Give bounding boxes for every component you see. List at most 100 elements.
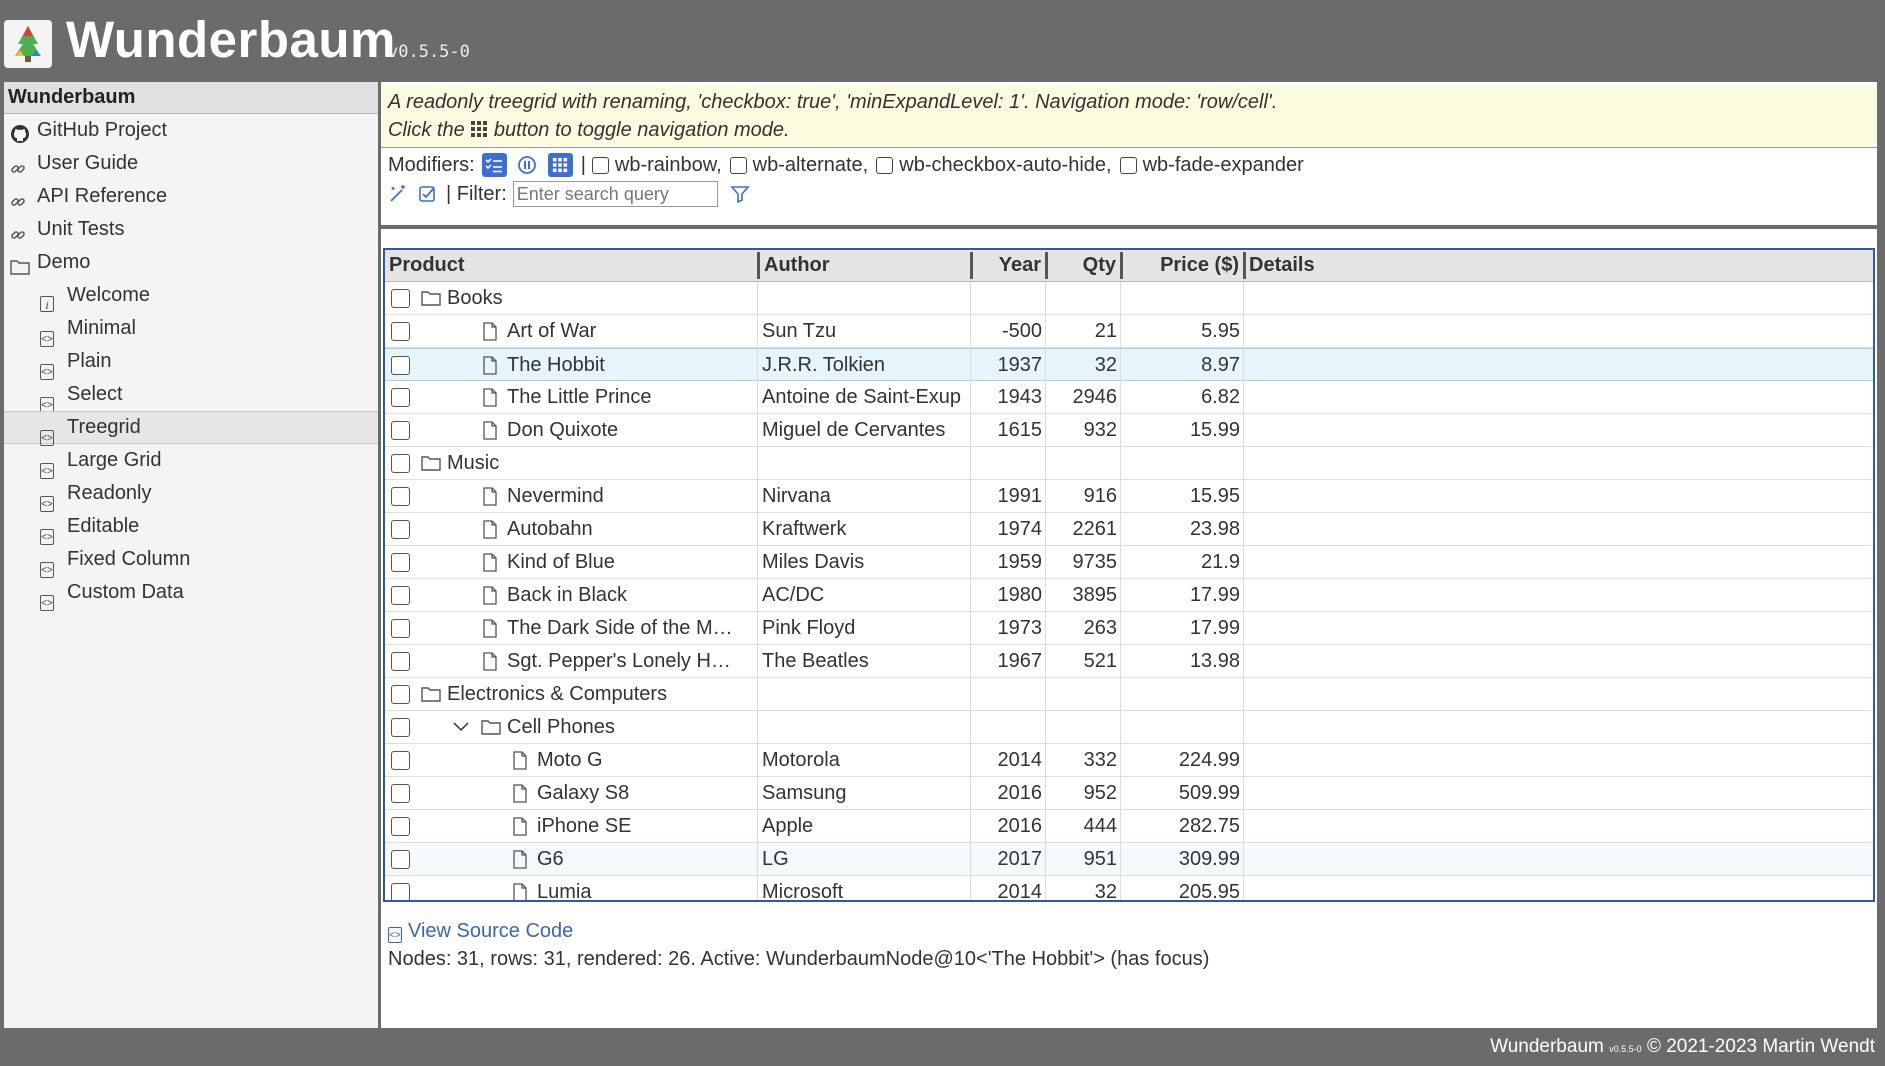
table-row[interactable]: Books [385,282,1873,315]
author-cell[interactable]: Miguel de Cervantes [762,414,968,446]
price-cell[interactable]: 309.99 [1123,843,1243,875]
row-checkbox[interactable] [391,421,410,440]
year-cell[interactable] [973,678,1045,710]
row-mode-button[interactable] [481,153,507,177]
product-cell[interactable]: Autobahn [507,513,753,545]
sidebar-item-api-reference[interactable]: API Reference [4,180,378,213]
table-row[interactable]: Don Quixote Miguel de Cervantes 1615 932 15.… [385,414,1873,447]
product-cell[interactable]: The Hobbit [507,349,753,381]
author-cell[interactable] [762,447,968,479]
sidebar-item-demo[interactable]: Demo [4,246,378,279]
price-cell[interactable] [1123,282,1243,314]
author-cell[interactable]: Pink Floyd [762,612,968,644]
price-cell[interactable]: 8.97 [1123,349,1243,381]
product-cell[interactable]: Sgt. Pepper's Lonely H… [507,645,753,677]
search-input[interactable] [512,181,718,207]
year-cell[interactable]: 1967 [973,645,1045,677]
qty-cell[interactable]: 9735 [1048,546,1120,578]
price-cell[interactable]: 282.75 [1123,810,1243,842]
product-cell[interactable]: The Dark Side of the M… [507,612,753,644]
row-checkbox[interactable] [391,850,410,869]
row-checkbox[interactable] [391,388,410,407]
select-all-icon[interactable] [418,184,438,204]
year-cell[interactable]: -500 [973,315,1045,347]
price-cell[interactable]: 13.98 [1123,645,1243,677]
qty-cell[interactable] [1048,282,1120,314]
product-cell[interactable]: Books [447,282,753,314]
row-checkbox[interactable] [391,322,410,341]
author-cell[interactable]: J.R.R. Tolkien [762,349,968,381]
view-source-label[interactable]: View Source Code [408,920,573,942]
year-cell[interactable]: 1615 [973,414,1045,446]
sidebar-item-editable[interactable]: <> Editable [4,510,378,545]
price-cell[interactable] [1123,711,1243,743]
qty-cell[interactable] [1048,711,1120,743]
sidebar-item-github-project[interactable]: GitHub Project [4,114,378,147]
qty-cell[interactable]: 444 [1048,810,1120,842]
table-row[interactable]: Back in Black AC/DC 1980 3895 17.99 [385,579,1873,612]
product-cell[interactable]: Music [447,447,753,479]
price-cell[interactable]: 6.82 [1123,381,1243,413]
year-cell[interactable]: 2014 [973,876,1045,900]
product-cell[interactable]: Lumia [537,876,753,900]
author-cell[interactable]: Apple [762,810,968,842]
row-checkbox[interactable] [391,685,410,704]
grid-mode-button[interactable] [547,153,573,177]
sidebar-title[interactable]: Wunderbaum [4,82,378,114]
table-row[interactable]: Autobahn Kraftwerk 1974 2261 23.98 [385,513,1873,546]
row-checkbox[interactable] [391,454,410,473]
table-row[interactable]: Sgt. Pepper's Lonely H… The Beatles 1967 52… [385,645,1873,678]
price-cell[interactable]: 224.99 [1123,744,1243,776]
column-header-year[interactable]: Year [973,250,1045,281]
view-source-link[interactable]: <> View Source Code [388,920,573,943]
author-cell[interactable] [762,282,968,314]
year-cell[interactable]: 1974 [973,513,1045,545]
author-cell[interactable]: Kraftwerk [762,513,968,545]
wb-fade-expander-checkbox[interactable] [1119,156,1137,174]
qty-cell[interactable] [1048,447,1120,479]
table-row[interactable]: G6 LG 2017 951 309.99 [385,843,1873,876]
table-row[interactable]: The Little Prince Antoine de Saint-Exup 19… [385,381,1873,414]
row-checkbox[interactable] [391,817,410,836]
author-cell[interactable]: The Beatles [762,645,968,677]
product-cell[interactable]: Don Quixote [507,414,753,446]
author-cell[interactable]: Sun Tzu [762,315,968,347]
row-checkbox[interactable] [391,520,410,539]
qty-cell[interactable]: 32 [1048,876,1120,900]
year-cell[interactable]: 1943 [973,381,1045,413]
qty-cell[interactable]: 2946 [1048,381,1120,413]
price-cell[interactable]: 23.98 [1123,513,1243,545]
year-cell[interactable]: 2016 [973,810,1045,842]
year-cell[interactable]: 1980 [973,579,1045,611]
cell-mode-button[interactable] [515,153,540,177]
year-cell[interactable] [973,711,1045,743]
wb-fade-expander-label[interactable]: wb-fade-expander [1143,154,1304,177]
year-cell[interactable]: 2017 [973,843,1045,875]
qty-cell[interactable]: 32 [1048,349,1120,381]
qty-cell[interactable]: 2261 [1048,513,1120,545]
author-cell[interactable]: AC/DC [762,579,968,611]
table-row[interactable]: The Hobbit J.R.R. Tolkien 1937 32 8.97 [385,348,1873,381]
row-checkbox[interactable] [391,652,410,671]
qty-cell[interactable]: 951 [1048,843,1120,875]
price-cell[interactable] [1123,678,1243,710]
column-header-qty[interactable]: Qty [1048,250,1120,281]
row-checkbox[interactable] [391,487,410,506]
price-cell[interactable] [1123,447,1243,479]
wb-rainbow-label[interactable]: wb-rainbow, [615,154,722,177]
sidebar-item-select[interactable]: <> Select [4,378,378,413]
sidebar-item-welcome[interactable]: i Welcome [4,279,378,312]
price-cell[interactable]: 17.99 [1123,579,1243,611]
table-row[interactable]: Nevermind Nirvana 1991 916 15.95 [385,480,1873,513]
table-row[interactable]: Moto G Motorola 2014 332 224.99 [385,744,1873,777]
author-cell[interactable] [762,711,968,743]
table-row[interactable]: Music [385,447,1873,480]
sidebar-item-minimal[interactable]: <> Minimal [4,312,378,347]
author-cell[interactable]: Samsung [762,777,968,809]
price-cell[interactable]: 5.95 [1123,315,1243,347]
price-cell[interactable]: 15.99 [1123,414,1243,446]
qty-cell[interactable]: 332 [1048,744,1120,776]
table-row[interactable]: Art of War Sun Tzu -500 21 5.95 [385,315,1873,348]
author-cell[interactable]: Motorola [762,744,968,776]
price-cell[interactable]: 205.95 [1123,876,1243,900]
